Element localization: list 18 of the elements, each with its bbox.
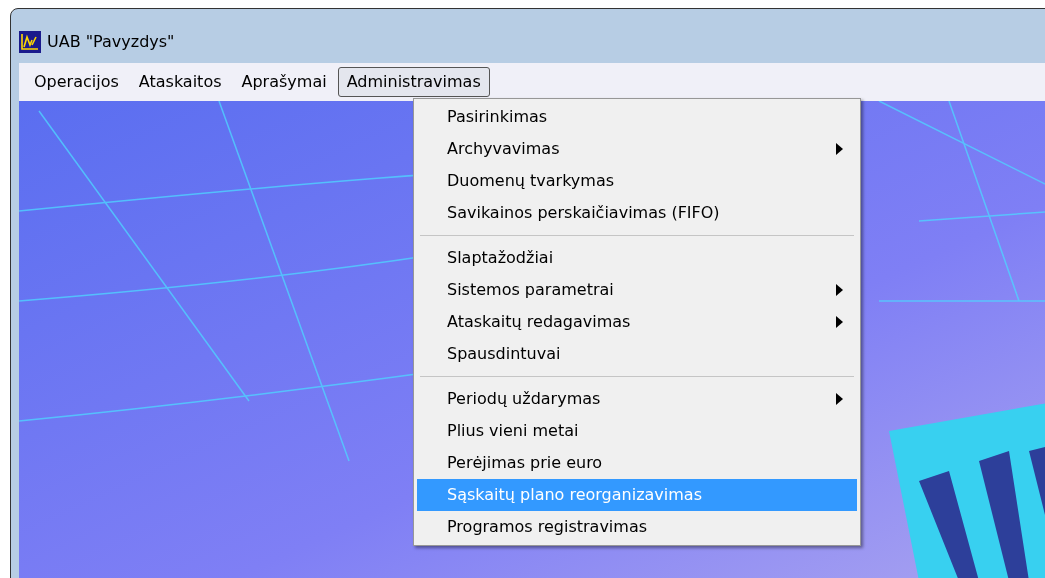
menu-item[interactable]: Archyvavimas [417, 133, 857, 165]
menu-item[interactable]: Plius vieni metai [417, 415, 857, 447]
menu-bar-item[interactable]: Operacijos [25, 67, 128, 97]
menu-item[interactable]: Ataskaitų redagavimas [417, 306, 857, 338]
menu-item[interactable]: Perėjimas prie euro [417, 447, 857, 479]
window-title: UAB "Pavyzdys" [47, 31, 175, 53]
menu-item[interactable]: Sistemos parametrai [417, 274, 857, 306]
menu-item[interactable]: Spausdintuvai [417, 338, 857, 370]
menu-item[interactable]: Duomenų tvarkymas [417, 165, 857, 197]
menu-bar-item[interactable]: Aprašymai [232, 67, 336, 97]
menu-item[interactable]: Periodų uždarymas [417, 383, 857, 415]
menu-item[interactable]: Pasirinkimas [417, 101, 857, 133]
menu-bar-item[interactable]: Administravimas [337, 67, 490, 97]
menu-item[interactable]: Programos registravimas [417, 511, 857, 543]
menu-item[interactable]: Savikainos perskaičiavimas (FIFO) [417, 197, 857, 229]
app-logo-icon [19, 31, 41, 53]
menu-bar-item[interactable]: Ataskaitos [129, 67, 231, 97]
menu-item[interactable]: Slaptažodžiai [417, 242, 857, 274]
